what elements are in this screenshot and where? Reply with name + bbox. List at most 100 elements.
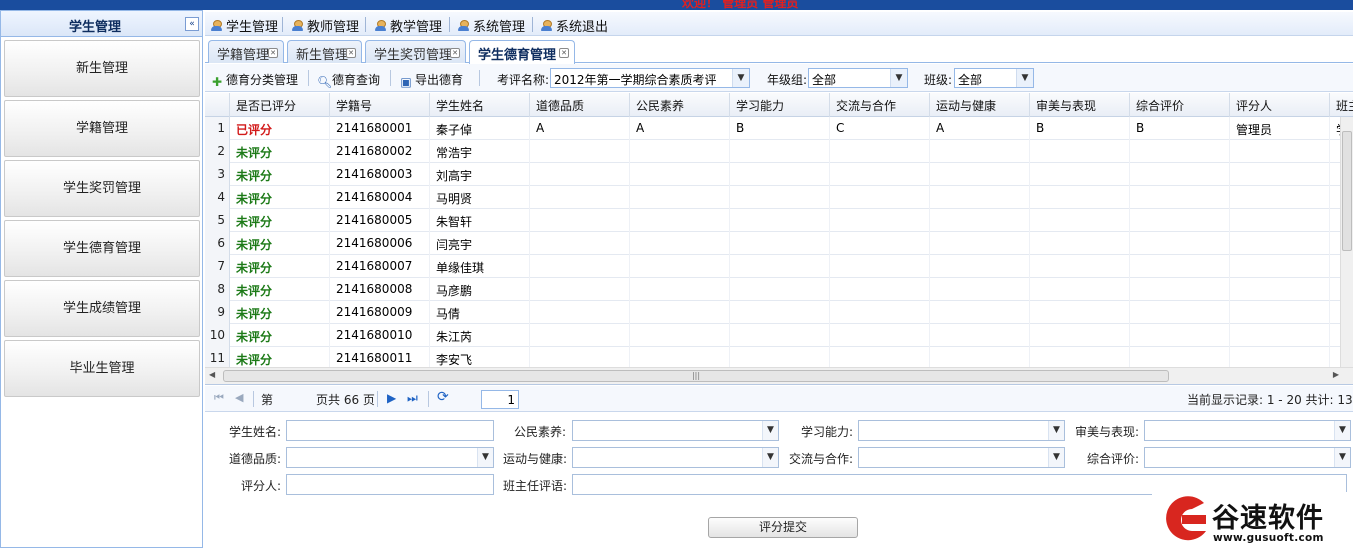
table-cell (530, 255, 630, 278)
column-header[interactable]: 审美与表现 (1030, 93, 1130, 117)
communication-select[interactable]: ▼ (858, 447, 1065, 468)
table-cell: 未评分 (230, 255, 330, 278)
scroll-thumb[interactable]: ||| (223, 370, 1169, 382)
table-row[interactable]: 5 未评分 2141680005 朱智轩 (205, 209, 1340, 232)
table-cell (730, 278, 830, 301)
chevron-down-icon: ▼ (1048, 448, 1064, 467)
table-cell (930, 163, 1030, 186)
eval-name-label: 考评名称: (497, 73, 550, 87)
table-cell (730, 186, 830, 209)
nav-item-grades[interactable]: 学生成绩管理 (4, 280, 200, 337)
horizontal-scrollbar[interactable]: ◀ ||| ▶ (205, 367, 1353, 384)
moral-grid: 是否已评分 学籍号 学生姓名 道德品质 公民素养 学习能力 交流与合作 运动与健康 审美与表现综… (205, 93, 1353, 385)
toolbar-separator (390, 70, 391, 86)
table-cell (930, 255, 1030, 278)
table-cell (930, 301, 1030, 324)
grade-group-select[interactable]: 全部 ▼ (808, 68, 908, 88)
table-cell (530, 324, 630, 347)
nav-item-moral-education[interactable]: 学生德育管理 (4, 220, 200, 277)
menu-teacher-management[interactable]: 教师管理 (292, 16, 359, 35)
rater-input[interactable] (286, 474, 494, 495)
menu-student-management[interactable]: 学生管理 (211, 16, 278, 35)
page-number-input[interactable]: 1 (481, 390, 519, 409)
table-row[interactable]: 3 未评分 2141680003 刘高宇 (205, 163, 1340, 186)
table-row[interactable]: 4 未评分 2141680004 马明贤 (205, 186, 1340, 209)
civic-select[interactable]: ▼ (572, 420, 779, 441)
scroll-left-icon[interactable]: ◀ (209, 370, 215, 379)
page-total-text: 页共 66 页 (316, 393, 375, 407)
save-icon: ▣ (400, 75, 412, 89)
chevron-down-icon: ▼ (890, 69, 907, 87)
table-cell: 未评分 (230, 186, 330, 209)
table-cell (530, 278, 630, 301)
table-cell (830, 255, 930, 278)
column-header[interactable]: 评分人 (1230, 93, 1330, 117)
column-header[interactable]: 交流与合作 (830, 93, 930, 117)
close-icon[interactable]: ✕ (450, 48, 460, 58)
column-header[interactable]: 学生姓名 (430, 93, 530, 117)
watermark-logo: 谷速软件 www.gusuoft.com (1152, 492, 1353, 548)
nav-item-graduates[interactable]: 毕业生管理 (4, 340, 200, 397)
chevron-down-icon: ▼ (1016, 69, 1033, 87)
column-header[interactable]: 班主 (1330, 93, 1353, 117)
close-icon[interactable]: ✕ (559, 48, 569, 58)
aesthetics-select[interactable]: ▼ (1144, 420, 1351, 441)
moral-query-button[interactable]: 🔍︎德育查询 (317, 71, 380, 88)
column-header[interactable]: 道德品质 (530, 93, 630, 117)
table-row[interactable]: 9 未评分 2141680009 马倩 (205, 301, 1340, 324)
table-cell (730, 255, 830, 278)
scroll-thumb[interactable] (1342, 131, 1352, 251)
refresh-icon[interactable]: ⟳ (437, 389, 449, 405)
table-row[interactable]: 10 未评分 2141680010 朱江芮 (205, 324, 1340, 347)
column-header[interactable]: 运动与健康 (930, 93, 1030, 117)
nav-item-new-students[interactable]: 新生管理 (4, 40, 200, 97)
tab-moral-education[interactable]: 学生德育管理 ✕ (469, 40, 575, 64)
class-select[interactable]: 全部 ▼ (954, 68, 1034, 88)
moral-select[interactable]: ▼ (286, 447, 494, 468)
student-name-input[interactable] (286, 420, 494, 441)
prev-page-icon[interactable]: ◀ (235, 391, 243, 404)
table-cell (830, 163, 930, 186)
collapse-panel-button[interactable]: « (185, 17, 199, 31)
table-row[interactable]: 2 未评分 2141680002 常浩宇 (205, 140, 1340, 163)
tab-new-students[interactable]: 新生管理 ✕ (287, 40, 362, 63)
menu-teaching-management[interactable]: 教学管理 (375, 16, 442, 35)
table-row[interactable]: 6 未评分 2141680006 闫亮宇 (205, 232, 1340, 255)
scroll-right-icon[interactable]: ▶ (1333, 370, 1339, 379)
overall-select[interactable]: ▼ (1144, 447, 1351, 468)
column-header[interactable]: 学籍号 (330, 93, 430, 117)
last-page-icon[interactable]: ⏭ (407, 391, 418, 406)
moral-category-button[interactable]: ✚ 德育分类管理 (211, 71, 298, 88)
table-cell: 管理员 (1230, 117, 1330, 140)
vertical-scrollbar[interactable] (1340, 117, 1353, 367)
first-page-icon[interactable]: ⏮ (214, 391, 224, 405)
student-name-label: 学生姓名: (228, 425, 281, 439)
nav-item-enrollment[interactable]: 学籍管理 (4, 100, 200, 157)
column-header[interactable]: 是否已评分 (230, 93, 330, 117)
table-cell (1030, 232, 1130, 255)
learning-select[interactable]: ▼ (858, 420, 1065, 441)
table-row[interactable]: 1已评分2141680001秦子倬AABCABB管理员学 (205, 117, 1348, 140)
table-row[interactable]: 7 未评分 2141680007 单缘佳琪 (205, 255, 1340, 278)
submit-score-button[interactable]: 评分提交 (708, 517, 858, 538)
column-header[interactable]: 综合评价 (1130, 93, 1230, 117)
table-row[interactable]: 8 未评分 2141680008 马彦鹏 (205, 278, 1340, 301)
column-header[interactable]: 学习能力 (730, 93, 830, 117)
nav-item-rewards-penalties[interactable]: 学生奖罚管理 (4, 160, 200, 217)
close-icon[interactable]: ✕ (268, 48, 278, 58)
column-header[interactable]: 公民素养 (630, 93, 730, 117)
table-cell (1030, 301, 1130, 324)
table-cell (1230, 186, 1330, 209)
toolbar-separator (308, 70, 309, 86)
menu-system-management[interactable]: 系统管理 (458, 16, 525, 35)
export-moral-button[interactable]: ▣ 导出德育 (400, 71, 463, 88)
eval-name-select[interactable]: 2012年第一学期综合素质考评 ▼ (550, 68, 750, 88)
sports-select[interactable]: ▼ (572, 447, 779, 468)
tab-rewards-penalties[interactable]: 学生奖罚管理 ✕ (365, 40, 466, 63)
close-icon[interactable]: ✕ (346, 48, 356, 58)
tab-enrollment[interactable]: 学籍管理 ✕ (208, 40, 284, 63)
next-page-icon[interactable]: ▶ (387, 391, 396, 405)
table-cell: 未评分 (230, 232, 330, 255)
menu-system-exit[interactable]: 系统退出 (541, 16, 608, 35)
table-cell (1130, 278, 1230, 301)
